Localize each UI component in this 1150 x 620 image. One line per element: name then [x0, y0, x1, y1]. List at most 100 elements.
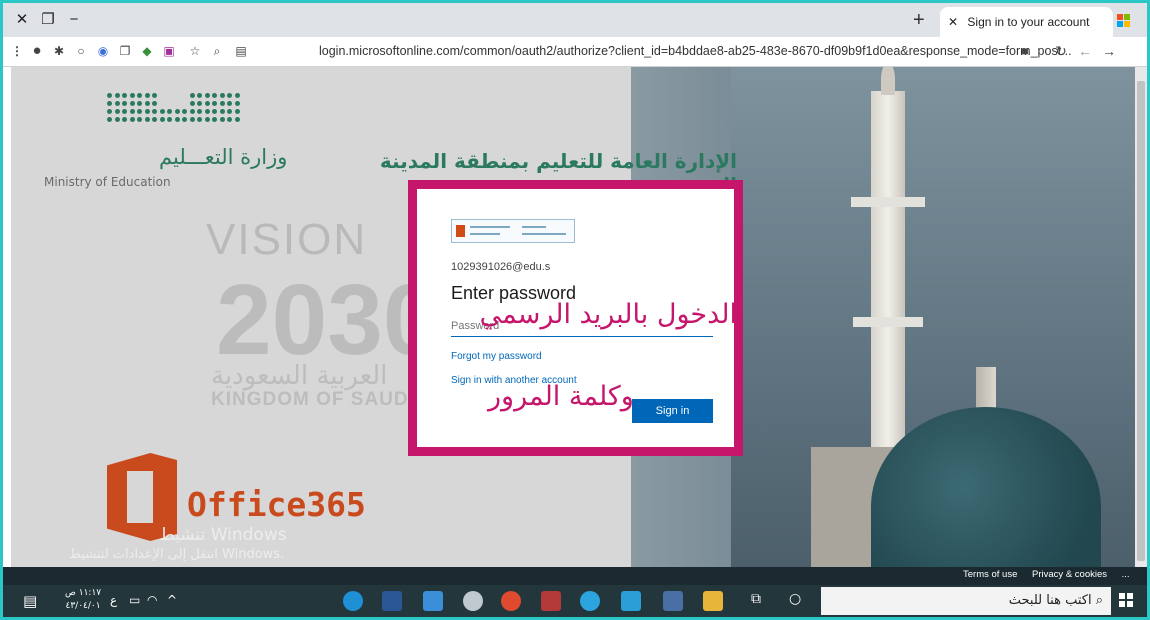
logo-dot	[219, 109, 225, 114]
browser-title-bar: ✕ ❐ − + ✕ Sign in to your account	[3, 3, 1147, 37]
zoom-icon[interactable]	[621, 591, 641, 611]
logo-dot	[227, 93, 232, 98]
search-icon[interactable]: ⌕	[209, 43, 225, 59]
instruction-overlay-line2: وكلمة المرور	[488, 381, 634, 412]
logo-dot	[114, 101, 120, 106]
logo-dot	[227, 117, 232, 122]
logo-dot	[212, 117, 217, 122]
window-close-button[interactable]: ✕	[11, 9, 33, 31]
wifi-icon[interactable]: ◠	[147, 593, 157, 607]
logo-dot	[114, 109, 120, 114]
logo-dot	[137, 117, 142, 122]
window-minimize-button[interactable]: −	[63, 9, 85, 31]
minaret-balcony-1	[851, 197, 925, 207]
privacy-link[interactable]: Privacy & cookies	[1032, 569, 1107, 580]
address-bar: ⋮ ● ✱ ○ ◉ ❐ ◆ ▣ ☆ ⌕ ▤ login.microsoftonl…	[3, 37, 1147, 67]
logo-dot	[189, 93, 195, 98]
office-brand-text: Office365	[187, 485, 366, 524]
forward-icon[interactable]: ←	[1077, 43, 1093, 59]
web-page: وزارة التعـــليم Ministry of Education ا…	[11, 67, 1135, 567]
profile-icon[interactable]: ●	[29, 43, 45, 59]
instruction-overlay-line1: الدخول بالبريد الرسمي	[479, 299, 737, 330]
back-icon[interactable]: →	[1101, 43, 1117, 59]
logo-dot	[204, 117, 210, 122]
site-info-icon[interactable]: ▤	[233, 43, 249, 59]
logo-dot	[159, 117, 165, 122]
extension-circle-icon[interactable]: ○	[73, 43, 89, 59]
logo-dot	[159, 109, 165, 114]
menu-icon[interactable]: ⋮	[9, 43, 25, 59]
sign-in-button[interactable]: Sign in	[632, 399, 713, 423]
browser-tab[interactable]: ✕ Sign in to your account	[940, 7, 1113, 37]
logo-dot	[219, 101, 225, 106]
url-text[interactable]: login.microsoftonline.com/common/oauth2/…	[319, 44, 1072, 58]
task-view-icon[interactable]: ⧉	[751, 591, 761, 607]
bookmark-star-icon[interactable]: ☆	[187, 43, 203, 59]
forgot-password-link[interactable]: Forgot my password	[451, 351, 542, 362]
start-button[interactable]	[1119, 593, 1133, 607]
telegram-icon[interactable]	[580, 591, 600, 611]
logo-dot	[189, 101, 195, 106]
logo-dot	[167, 117, 172, 122]
ministry-logo-icon	[107, 93, 242, 127]
store-icon[interactable]	[663, 591, 683, 611]
logo-dot	[107, 101, 112, 106]
logo-dot	[204, 109, 210, 114]
terms-link[interactable]: Terms of use	[963, 569, 1017, 580]
logo-dot	[234, 101, 240, 106]
more-options-link[interactable]: ...	[1122, 569, 1130, 580]
logo-dot	[197, 109, 202, 114]
word-icon[interactable]	[382, 591, 402, 611]
logo-dot	[212, 109, 217, 114]
cortana-icon[interactable]: ○	[789, 591, 801, 607]
extension-box-icon[interactable]: ▣	[161, 43, 177, 59]
logo-dot	[107, 109, 112, 114]
ministry-arabic-name: وزارة التعـــليم	[159, 145, 288, 169]
screen: ✕ ❐ − + ✕ Sign in to your account ⋮ ● ✱ …	[3, 3, 1147, 617]
taskbar-clock[interactable]: ١١:١٧ ص ٤٣/٠٤/٠١	[65, 587, 101, 613]
language-indicator[interactable]: ع	[110, 593, 117, 607]
logo-dot	[234, 109, 240, 114]
lock-icon[interactable]: ■	[1017, 43, 1033, 59]
edge-icon[interactable]	[343, 591, 363, 611]
extension-copy-icon[interactable]: ❐	[117, 43, 133, 59]
vertical-scrollbar[interactable]	[1135, 67, 1147, 567]
logo-dot	[197, 93, 202, 98]
file-explorer-icon[interactable]	[703, 591, 723, 611]
taskbar-search-box[interactable]: ⌕ اكتب هنا للبحث	[821, 587, 1111, 615]
logo-dot	[114, 117, 120, 122]
logo-dot	[189, 109, 195, 114]
extension-globe-icon[interactable]: ◆	[139, 43, 155, 59]
onedrive-icon[interactable]	[423, 591, 443, 611]
tab-close-icon[interactable]: ✕	[948, 15, 958, 29]
scrollbar-thumb[interactable]	[1137, 81, 1145, 561]
logo-dot	[212, 93, 217, 98]
logo-dot	[107, 93, 112, 98]
activate-windows-title: تنشيط Windows	[159, 525, 287, 545]
extensions-icon[interactable]: ✱	[51, 43, 67, 59]
app-icon[interactable]	[541, 591, 561, 611]
account-username: 1029391026@edu.s	[451, 261, 551, 273]
logo-dot	[219, 117, 225, 122]
microsoft-favicon-icon	[1117, 14, 1130, 27]
reload-icon[interactable]: ↻	[1053, 43, 1069, 59]
logo-dot	[167, 109, 172, 114]
new-tab-button[interactable]: +	[913, 9, 925, 31]
logo-dot	[234, 117, 240, 122]
logo-dot	[144, 93, 150, 98]
logo-dot	[144, 109, 150, 114]
notification-icon[interactable]: ▤	[23, 592, 37, 610]
paint-icon[interactable]	[463, 591, 483, 611]
page-footer-links: Terms of use Privacy & cookies ...	[963, 569, 1142, 580]
logo-dot	[122, 117, 127, 122]
logo-dot	[204, 93, 210, 98]
organization-logo	[451, 219, 575, 243]
chrome-icon[interactable]	[501, 591, 521, 611]
battery-icon[interactable]: ▭	[129, 593, 140, 607]
tray-arrow-icon[interactable]: ^	[167, 593, 177, 607]
activate-windows-subtitle: انتقل إلى الإعدادات لتنشيط Windows.	[69, 547, 285, 562]
logo-dot	[144, 101, 150, 106]
clock-date: ٤٣/٠٤/٠١	[65, 601, 101, 611]
extension-blue-icon[interactable]: ◉	[95, 43, 111, 59]
window-restore-button[interactable]: ❐	[37, 9, 59, 31]
